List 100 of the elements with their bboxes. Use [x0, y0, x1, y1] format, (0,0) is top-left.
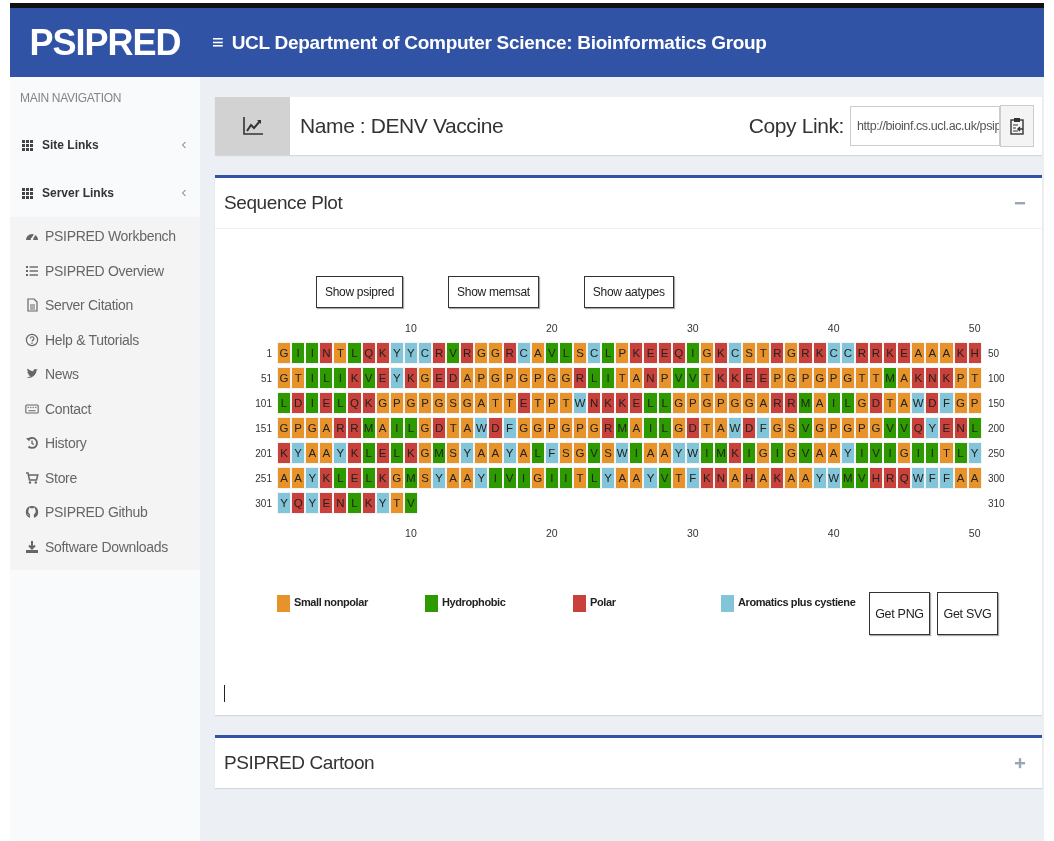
residue-cell: E: [742, 367, 757, 389]
nav-link[interactable]: News: [10, 357, 200, 392]
residue-cell: A: [474, 392, 489, 414]
nav-link[interactable]: Contact: [10, 391, 200, 426]
copy-button[interactable]: [1000, 105, 1034, 147]
download-icon: [25, 539, 39, 554]
toggle-button[interactable]: Show psipred: [316, 276, 404, 308]
position-label: 301: [255, 497, 272, 509]
position-label: 300: [988, 472, 1005, 484]
nav-link[interactable]: Store: [10, 460, 200, 495]
expand-button[interactable]: [1014, 757, 1026, 769]
residue-cell: W: [615, 442, 630, 464]
residue-cell: R: [770, 392, 785, 414]
residue-cell: D: [742, 417, 757, 439]
nav-link[interactable]: Server Citation: [10, 288, 200, 323]
residue-cell: Y: [601, 467, 616, 489]
residue-cell: G: [277, 342, 292, 364]
nav-group[interactable]: Site Links: [10, 121, 200, 169]
residue-cell: V: [446, 342, 461, 364]
position-label: 200: [988, 422, 1005, 434]
residue-cell: A: [446, 467, 461, 489]
residue-cell: G: [277, 417, 292, 439]
residue-cell: K: [319, 467, 334, 489]
position-label: 100: [988, 372, 1005, 384]
residue-cell: R: [333, 417, 348, 439]
residue-cell: I: [883, 442, 898, 464]
residue-cell: L: [319, 367, 334, 389]
residue-cell: G: [460, 392, 475, 414]
residue-cell: K: [347, 442, 362, 464]
residue-cell: G: [474, 342, 489, 364]
residue-cell: R: [347, 417, 362, 439]
residue-cell: I: [333, 367, 348, 389]
residue-cell: R: [460, 342, 475, 364]
position-label: 51: [259, 372, 272, 384]
nav-link[interactable]: Software Downloads: [10, 529, 200, 564]
residue-cell: A: [291, 467, 306, 489]
residue-cell: A: [728, 467, 743, 489]
nav-link[interactable]: PSIPRED Overview: [10, 253, 200, 288]
residue-cell: I: [911, 442, 926, 464]
residue-cell: A: [460, 367, 475, 389]
residue-cell: S: [446, 442, 461, 464]
menu-button[interactable]: ≡: [200, 31, 232, 54]
residue-cell: T: [939, 442, 954, 464]
residue-cell: Y: [305, 467, 320, 489]
logo[interactable]: PSIPRED: [10, 21, 200, 64]
residue-cell: G: [742, 392, 757, 414]
axis-tick-label: 40: [827, 526, 840, 541]
residue-cell: N: [643, 367, 658, 389]
toggle-button[interactable]: Show aatypes: [583, 276, 674, 308]
nav-link[interactable]: PSIPRED Workbench: [10, 219, 200, 254]
position-label: 150: [988, 397, 1005, 409]
export-button[interactable]: Get PNG: [869, 592, 930, 635]
panel-title: Sequence Plot: [224, 192, 344, 214]
residue-cell: Y: [277, 492, 292, 514]
residue-cell: L: [601, 342, 616, 364]
residue-cell: A: [319, 417, 334, 439]
residue-cell: K: [770, 467, 785, 489]
toggle-button[interactable]: Show memsat: [448, 276, 539, 308]
residue-cell: E: [756, 367, 771, 389]
residue-cell: M: [798, 392, 813, 414]
residue-cell: S: [742, 342, 757, 364]
residue-cell: I: [925, 442, 940, 464]
residue-cell: P: [474, 367, 489, 389]
residue-cell: K: [883, 342, 898, 364]
residue-cell: A: [798, 467, 813, 489]
residue-cell: D: [432, 417, 447, 439]
residue-cell: M: [883, 367, 898, 389]
residue-cell: L: [587, 367, 602, 389]
nav-group[interactable]: Server Links: [10, 169, 200, 217]
residue-cell: R: [883, 467, 898, 489]
nav-link[interactable]: PSIPRED Github: [10, 495, 200, 530]
panel-title: PSIPRED Cartoon: [224, 752, 376, 774]
residue-cell: E: [939, 417, 954, 439]
list-icon: [25, 263, 39, 278]
residue-cell: A: [277, 467, 292, 489]
residue-cell: G: [305, 417, 320, 439]
residue-cell: M: [615, 417, 630, 439]
residue-cell: I: [770, 442, 785, 464]
residue-cell: E: [432, 367, 447, 389]
residue-cell: S: [446, 392, 461, 414]
axis-tick-label: 50: [968, 526, 981, 541]
residue-cell: G: [784, 367, 799, 389]
residue-cell: L: [347, 492, 362, 514]
residue-cell: C: [587, 342, 602, 364]
residue-cell: V: [798, 417, 813, 439]
residue-cell: A: [643, 442, 658, 464]
nav-link[interactable]: History: [10, 426, 200, 461]
residue-cell: P: [770, 367, 785, 389]
export-button[interactable]: Get SVG: [937, 592, 998, 635]
legend-label: Aromatics plus cystiene: [738, 596, 856, 608]
position-label: 1: [265, 347, 272, 359]
residue-cell: S: [784, 417, 799, 439]
residue-cell: Y: [643, 467, 658, 489]
residue-cell: A: [756, 392, 771, 414]
copy-link-label: Copy Link:: [748, 114, 844, 138]
residue-cell: T: [883, 392, 898, 414]
nav-link[interactable]: Help & Tutorials: [10, 322, 200, 357]
position-label: 151: [255, 422, 272, 434]
residue-cell: I: [291, 342, 306, 364]
residue-cell: Y: [305, 492, 320, 514]
